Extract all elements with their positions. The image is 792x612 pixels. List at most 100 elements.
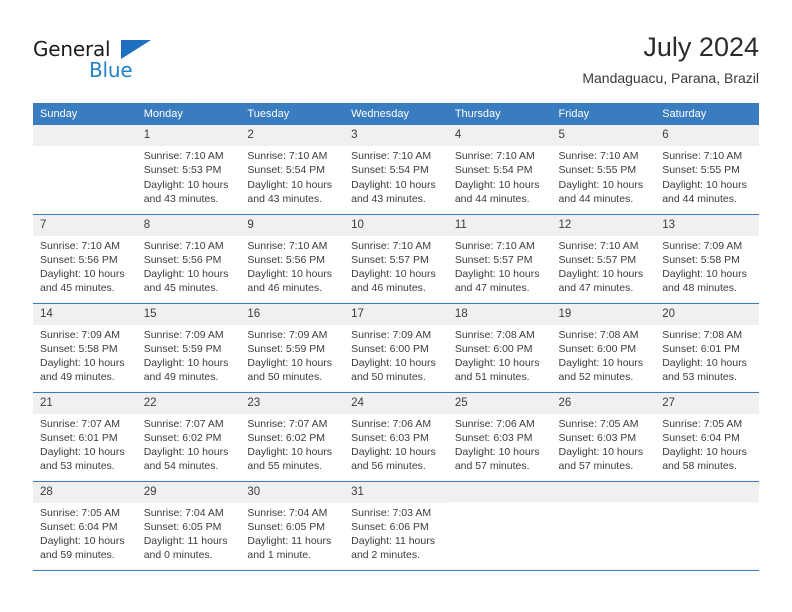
calendar-day-cell[interactable]: 8 Sunrise: 7:10 AM Sunset: 5:56 PM Daylight… <box>136 214 241 304</box>
calendar-day-cell[interactable]: 25 Sunrise: 7:06 AM Sunset: 6:03 PM Dayligh… <box>447 392 552 482</box>
day-cell-inner: 24 Sunrise: 7:06 AM Sunset: 6:03 PM Dayligh… <box>344 392 448 481</box>
calendar-body: 1 Sunrise: 7:10 AM Sunset: 5:53 PM Daylight… <box>33 125 759 571</box>
calendar-day-cell[interactable]: 18 Sunrise: 7:08 AM Sunset: 6:00 PM Dayligh… <box>447 303 552 393</box>
sunrise-text: Sunrise: 7:08 AM <box>558 328 639 341</box>
calendar-day-cell[interactable]: 12 Sunrise: 7:10 AM Sunset: 5:57 PM Dayligh… <box>551 214 656 304</box>
sunrise-text: Sunrise: 7:10 AM <box>662 150 743 162</box>
daylight-text-line1: Daylight: 11 hours <box>351 535 435 548</box>
daylight-text-line1: Daylight: 10 hours <box>558 178 644 191</box>
calendar-day-cell[interactable]: 26 Sunrise: 7:05 AM Sunset: 6:03 PM Dayligh… <box>551 392 656 482</box>
daylight-text-line1: Daylight: 10 hours <box>558 357 644 370</box>
day-details: Sunrise: 7:10 AM Sunset: 5:56 PM Daylight:… <box>33 236 137 296</box>
day-cell-inner: 4 Sunrise: 7:10 AM Sunset: 5:54 PM Daylight… <box>447 125 552 214</box>
calendar-day-cell[interactable]: 20 Sunrise: 7:08 AM Sunset: 6:01 PM Dayligh… <box>655 303 759 393</box>
calendar-day-cell[interactable]: 14 Sunrise: 7:09 AM Sunset: 5:58 PM Dayligh… <box>33 303 137 393</box>
calendar-day-cell[interactable]: 16 Sunrise: 7:09 AM Sunset: 5:59 PM Dayligh… <box>240 303 345 393</box>
day-number: 18 <box>447 303 552 325</box>
calendar-day-cell[interactable]: 4 Sunrise: 7:10 AM Sunset: 5:54 PM Daylight… <box>447 125 552 215</box>
calendar-page: General Blue July 2024 Mandaguacu, Paran… <box>0 0 792 612</box>
day-details: Sunrise: 7:05 AM Sunset: 6:03 PM Daylight:… <box>552 414 656 474</box>
calendar-day-cell[interactable]: 17 Sunrise: 7:09 AM Sunset: 6:00 PM Dayligh… <box>344 303 448 393</box>
sunset-text: Sunset: 6:04 PM <box>40 520 118 533</box>
calendar-day-cell[interactable]: 19 Sunrise: 7:08 AM Sunset: 6:00 PM Dayligh… <box>551 303 656 393</box>
calendar-day-cell[interactable]: 15 Sunrise: 7:09 AM Sunset: 5:59 PM Dayligh… <box>136 303 241 393</box>
sunset-text: Sunset: 6:05 PM <box>143 520 222 533</box>
day-cell-inner <box>552 482 656 570</box>
calendar-day-cell[interactable]: 13 Sunrise: 7:09 AM Sunset: 5:58 PM Dayligh… <box>655 214 759 304</box>
sunset-text: Sunset: 6:04 PM <box>662 431 740 444</box>
sunset-text: Sunset: 6:05 PM <box>247 520 326 533</box>
sunrise-text: Sunrise: 7:09 AM <box>351 328 432 341</box>
daylight-text-line1: Daylight: 10 hours <box>351 446 436 459</box>
daylight-text-line1: Daylight: 11 hours <box>143 535 228 548</box>
page-header: General Blue July 2024 Mandaguacu, Paran… <box>33 30 759 98</box>
day-cell-inner: 21 Sunrise: 7:07 AM Sunset: 6:01 PM Dayligh… <box>33 392 137 481</box>
daylight-text-line2: and 54 minutes. <box>143 460 219 473</box>
calendar-day-cell[interactable]: 24 Sunrise: 7:06 AM Sunset: 6:03 PM Dayligh… <box>344 392 448 482</box>
day-details: Sunrise: 7:09 AM Sunset: 5:58 PM Daylight:… <box>33 325 137 385</box>
calendar-day-cell[interactable]: 3 Sunrise: 7:10 AM Sunset: 5:54 PM Daylight… <box>344 125 448 215</box>
day-details: Sunrise: 7:04 AM Sunset: 6:05 PM Daylight:… <box>240 503 344 563</box>
sunrise-text: Sunrise: 7:10 AM <box>247 150 328 162</box>
calendar-day-cell[interactable]: 22 Sunrise: 7:07 AM Sunset: 6:02 PM Dayligh… <box>136 392 241 482</box>
day-cell-inner: 6 Sunrise: 7:10 AM Sunset: 5:55 PM Daylight… <box>655 125 759 214</box>
day-number: 21 <box>33 392 137 414</box>
day-cell-inner: 1 Sunrise: 7:10 AM Sunset: 5:53 PM Daylight… <box>136 125 241 214</box>
day-details: Sunrise: 7:10 AM Sunset: 5:54 PM Daylight:… <box>448 146 552 206</box>
calendar-day-cell[interactable]: 28 Sunrise: 7:05 AM Sunset: 6:04 PM Dayligh… <box>33 481 137 571</box>
sunrise-text: Sunrise: 7:07 AM <box>40 417 120 430</box>
calendar-day-cell[interactable]: 6 Sunrise: 7:10 AM Sunset: 5:55 PM Daylight… <box>655 125 759 215</box>
calendar-day-cell[interactable]: 30 Sunrise: 7:04 AM Sunset: 6:05 PM Dayligh… <box>240 481 345 571</box>
sunset-text: Sunset: 5:57 PM <box>558 253 637 266</box>
calendar-empty-cell <box>551 481 656 571</box>
sunset-text: Sunset: 5:57 PM <box>454 253 533 266</box>
calendar-day-cell[interactable]: 23 Sunrise: 7:07 AM Sunset: 6:02 PM Dayligh… <box>240 392 345 482</box>
daylight-text-line1: Daylight: 10 hours <box>143 357 229 370</box>
sunset-text: Sunset: 5:59 PM <box>247 342 326 355</box>
calendar-day-cell[interactable]: 31 Sunrise: 7:03 AM Sunset: 6:06 PM Dayligh… <box>344 481 448 571</box>
day-number: 9 <box>240 214 345 236</box>
daylight-text-line1: Daylight: 10 hours <box>662 357 747 370</box>
daylight-text-line2: and 47 minutes. <box>454 282 530 295</box>
weekday-header-tuesday: Tuesday <box>240 103 345 125</box>
daylight-text-line2: and 55 minutes. <box>247 460 323 473</box>
weekday-header-saturday: Saturday <box>655 103 759 125</box>
calendar-day-cell[interactable]: 5 Sunrise: 7:10 AM Sunset: 5:55 PM Daylight… <box>551 125 656 215</box>
day-number: 10 <box>344 214 448 236</box>
daylight-text-line2: and 45 minutes. <box>143 282 219 295</box>
sunset-text: Sunset: 6:02 PM <box>143 431 222 444</box>
daylight-text-line1: Daylight: 10 hours <box>454 178 540 191</box>
day-cell-inner: 25 Sunrise: 7:06 AM Sunset: 6:03 PM Dayligh… <box>447 392 552 481</box>
day-cell-inner: 3 Sunrise: 7:10 AM Sunset: 5:54 PM Daylight… <box>344 125 448 214</box>
sunset-text: Sunset: 6:00 PM <box>454 342 533 355</box>
calendar-day-cell[interactable]: 27 Sunrise: 7:05 AM Sunset: 6:04 PM Dayligh… <box>655 392 759 482</box>
calendar-day-cell[interactable]: 7 Sunrise: 7:10 AM Sunset: 5:56 PM Daylight… <box>33 214 137 304</box>
sunset-text: Sunset: 6:03 PM <box>454 431 533 444</box>
daylight-text-line1: Daylight: 10 hours <box>558 268 644 281</box>
daylight-text-line1: Daylight: 10 hours <box>143 268 229 281</box>
daylight-text-line1: Daylight: 10 hours <box>662 446 747 459</box>
calendar-day-cell[interactable]: 11 Sunrise: 7:10 AM Sunset: 5:57 PM Dayligh… <box>447 214 552 304</box>
sunset-text: Sunset: 5:58 PM <box>662 253 740 266</box>
calendar-day-cell[interactable]: 1 Sunrise: 7:10 AM Sunset: 5:53 PM Daylight… <box>136 125 241 215</box>
sunset-text: Sunset: 6:06 PM <box>351 520 429 533</box>
day-number: 20 <box>655 303 759 325</box>
daylight-text-line2: and 53 minutes. <box>662 371 737 384</box>
sunset-text: Sunset: 6:03 PM <box>351 431 429 444</box>
calendar-day-cell[interactable]: 9 Sunrise: 7:10 AM Sunset: 5:56 PM Daylight… <box>240 214 345 304</box>
sunset-text: Sunset: 5:56 PM <box>40 253 118 266</box>
daylight-text-line1: Daylight: 10 hours <box>351 268 436 281</box>
calendar-day-cell[interactable]: 29 Sunrise: 7:04 AM Sunset: 6:05 PM Dayligh… <box>136 481 241 571</box>
day-details: Sunrise: 7:10 AM Sunset: 5:54 PM Daylight:… <box>240 146 344 206</box>
calendar-week-row: 21 Sunrise: 7:07 AM Sunset: 6:01 PM Dayligh… <box>33 392 759 482</box>
calendar-empty-cell <box>655 481 759 571</box>
day-number: 16 <box>240 303 345 325</box>
calendar-day-cell[interactable]: 2 Sunrise: 7:10 AM Sunset: 5:54 PM Daylight… <box>240 125 345 215</box>
day-details: Sunrise: 7:10 AM Sunset: 5:56 PM Daylight:… <box>240 236 344 296</box>
day-number: 1 <box>136 125 241 146</box>
daylight-text-line1: Daylight: 10 hours <box>40 535 125 548</box>
calendar-day-cell[interactable]: 21 Sunrise: 7:07 AM Sunset: 6:01 PM Dayligh… <box>33 392 137 482</box>
daylight-text-line1: Daylight: 10 hours <box>558 446 644 459</box>
daylight-text-line2: and 46 minutes. <box>247 282 323 295</box>
calendar-day-cell[interactable]: 10 Sunrise: 7:10 AM Sunset: 5:57 PM Dayligh… <box>344 214 448 304</box>
